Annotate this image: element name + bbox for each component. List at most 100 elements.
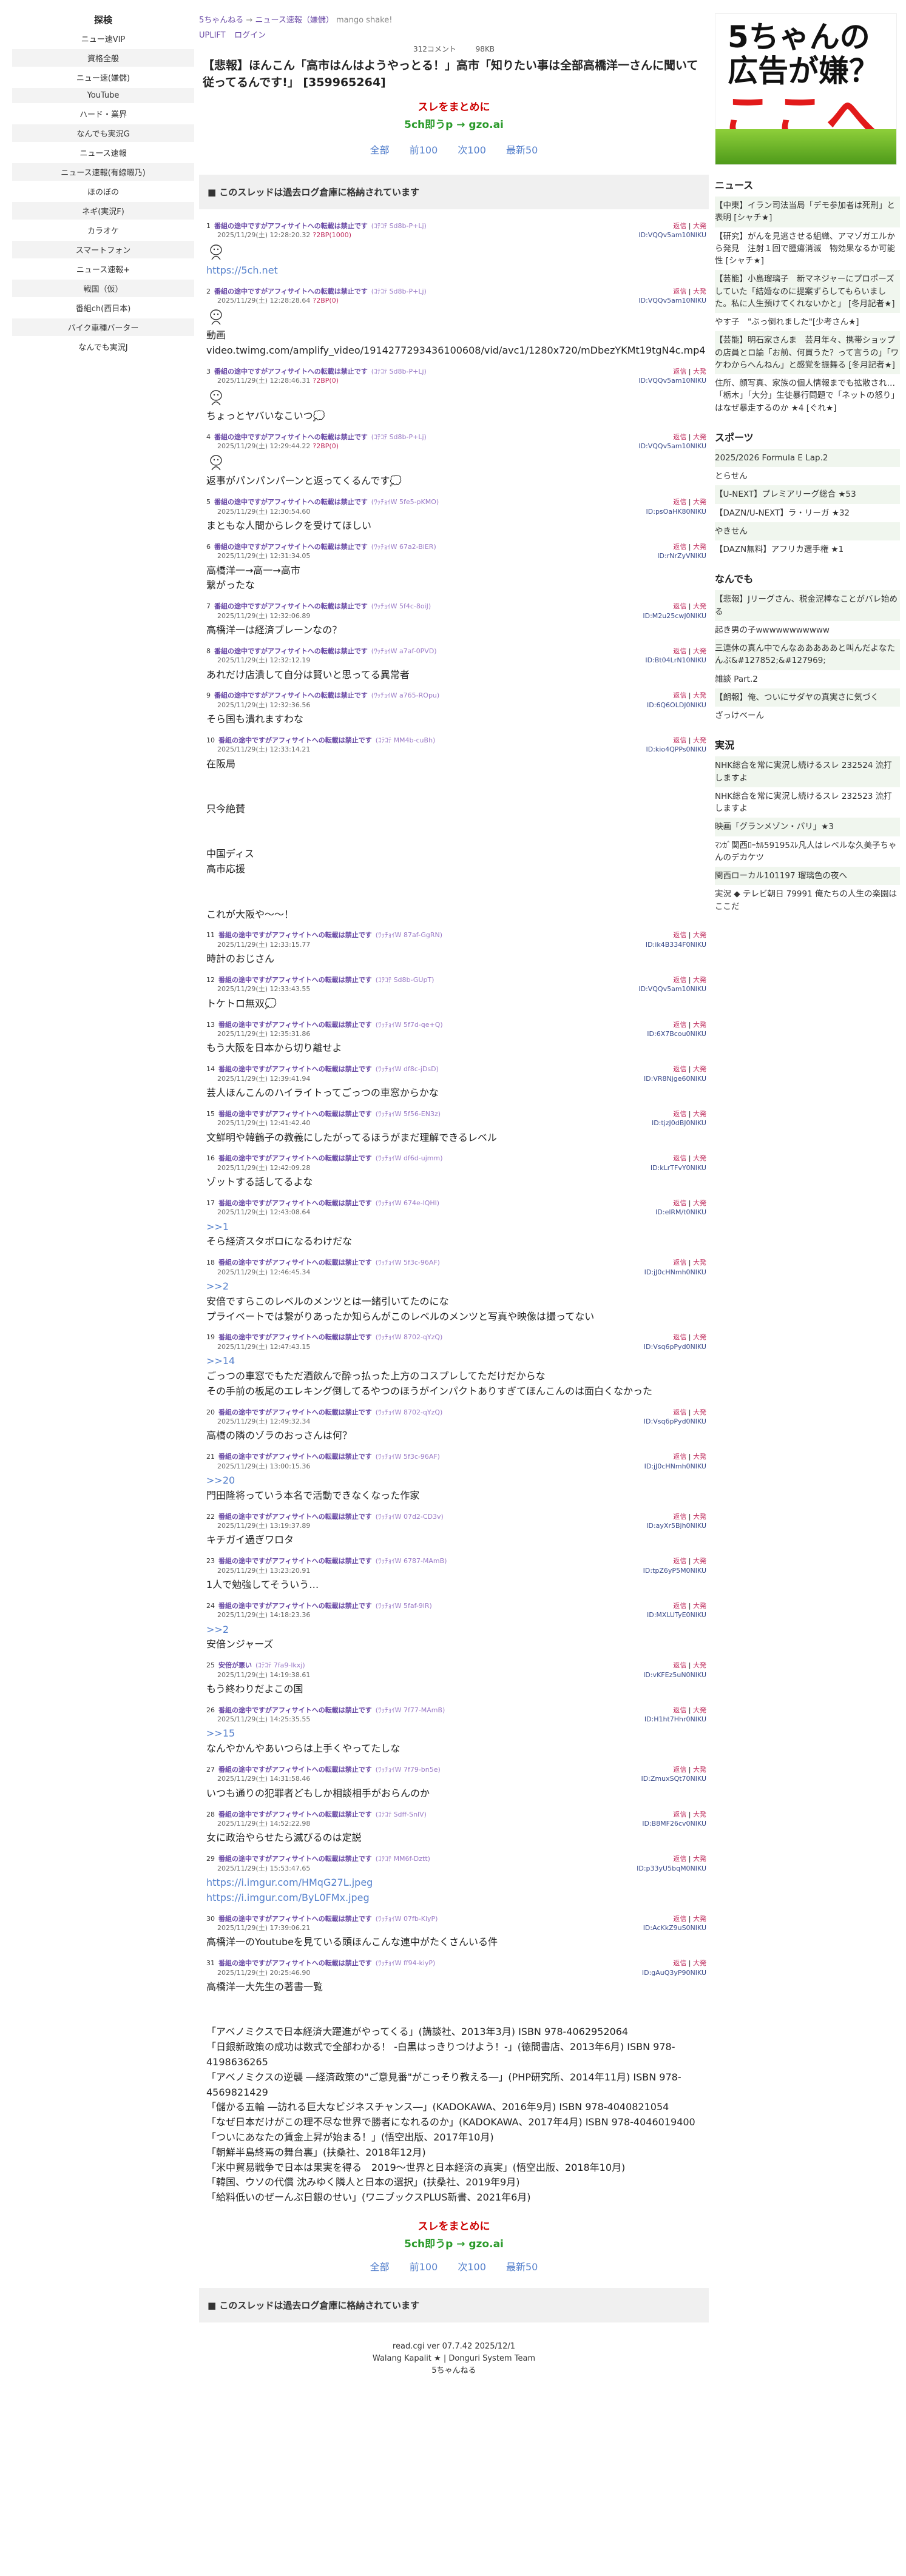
matome-line2-bottom[interactable]: 5ch即うp → gzo.ai [199,2235,709,2250]
big-link[interactable]: 大発 [693,1811,706,1818]
post-id[interactable]: ID:ayXr5Bjh0NIKU [646,1521,706,1530]
big-link[interactable]: 大発 [693,647,706,655]
big-link[interactable]: 大発 [693,222,706,230]
reply-link[interactable]: 返信 [673,1766,686,1774]
post-id[interactable]: ID:Vsq6pPyd0NIKU [644,1342,706,1351]
reply-link[interactable]: 返信 [673,1110,686,1118]
big-link[interactable]: 大発 [693,1154,706,1162]
post-id[interactable]: ID:jJ0cHNmh0NIKU [644,1268,706,1277]
big-link[interactable]: 大発 [693,1199,706,1207]
left-sidebar-item[interactable]: ニュース速報 [12,144,194,161]
left-sidebar-item[interactable]: なんでも実況J [12,338,194,355]
post-id[interactable]: ID:p33yU5bqM0NIKU [637,1864,706,1873]
left-sidebar-item[interactable]: バイク車種バーター [12,318,194,336]
pager-all[interactable]: 全部 [370,144,390,156]
post-id[interactable]: ID:tjzJ0dBJ0NIKU [652,1118,706,1128]
post-anchor-link[interactable]: >>20 [206,1473,709,1488]
reply-link[interactable]: 返信 [673,1855,686,1863]
right-sidebar-sports-item[interactable]: 【U-NEXT】プレミアリーグ総合 ★53 [715,485,900,504]
big-link[interactable]: 大発 [693,691,706,699]
login-link[interactable]: ログイン [234,31,266,40]
left-sidebar-item[interactable]: ニュース速報(有線暇乃) [12,163,194,181]
reply-link[interactable]: 返信 [673,1602,686,1610]
post-number[interactable]: 30 [206,1915,215,1923]
matome-line2[interactable]: 5ch即うp → gzo.ai [199,116,709,131]
left-sidebar-item[interactable]: 資格全般 [12,49,194,67]
pager-latest50[interactable]: 最新50 [506,144,538,156]
post-id[interactable]: ID:AcKkZ9uS0NIKU [643,1923,706,1932]
post-number[interactable]: 14 [206,1065,215,1073]
right-sidebar-news-item[interactable]: 【芸能】小島瑠璃子 新マネジャーにプロポーズしていた「結婚なのに提案ずらしてもら… [715,270,900,313]
post-anchor-link[interactable]: >>15 [206,1726,709,1741]
reply-link[interactable]: 返信 [673,931,686,939]
left-sidebar-item[interactable]: ほのぼの [12,183,194,200]
left-sidebar-item[interactable]: スマートフォン [12,241,194,258]
post-id[interactable]: ID:M2u25cwJ0NIKU [643,611,706,620]
post-number[interactable]: 29 [206,1855,215,1863]
post-id[interactable]: ID:vKFEz5uN0NIKU [643,1670,706,1680]
left-sidebar-item[interactable]: ニュース速報+ [12,260,194,278]
post-be[interactable]: ?2BP(0) [313,377,339,385]
post-number[interactable]: 18 [206,1259,215,1266]
big-link[interactable]: 大発 [693,543,706,551]
post-be[interactable]: ?2BP(1000) [313,231,351,239]
big-link[interactable]: 大発 [693,1333,706,1341]
left-sidebar-item[interactable]: ニュー速(嫌儲) [12,69,194,86]
reply-link[interactable]: 返信 [673,736,686,744]
big-link[interactable]: 大発 [693,976,706,984]
post-number[interactable]: 9 [206,691,211,699]
post-number[interactable]: 27 [206,1766,215,1774]
reply-link[interactable]: 返信 [673,433,686,441]
post-id[interactable]: ID:VR8Njge60NIKU [644,1074,706,1083]
big-link[interactable]: 大発 [693,1855,706,1863]
big-link[interactable]: 大発 [693,1513,706,1521]
reply-link[interactable]: 返信 [673,1915,686,1923]
big-link[interactable]: 大発 [693,602,706,610]
reply-link[interactable]: 返信 [673,1333,686,1341]
left-sidebar-item[interactable]: ニュー速VIP [12,30,194,47]
reply-link[interactable]: 返信 [673,1661,686,1669]
post-id[interactable]: ID:elRM/t0NIKU [655,1208,706,1217]
right-sidebar-sports-item[interactable]: 【DAZN無料】アフリカ選手権 ★1 [715,540,900,559]
big-link[interactable]: 大発 [693,1453,706,1461]
reply-link[interactable]: 返信 [673,368,686,375]
big-link[interactable]: 大発 [693,368,706,375]
big-link[interactable]: 大発 [693,1766,706,1774]
post-number[interactable]: 22 [206,1513,215,1521]
breadcrumb-site-link[interactable]: 5ちゃんねる [199,16,243,25]
right-sidebar-news-item[interactable]: 住所、顔写真、家族の個人情報までも拡散され…「栃木」「大分」生徒暴行問題で「ネッ… [715,374,900,417]
big-link[interactable]: 大発 [693,736,706,744]
post-anchor-link[interactable]: >>2 [206,1279,709,1294]
reply-link[interactable]: 返信 [673,498,686,506]
big-link[interactable]: 大発 [693,1065,706,1073]
pager-prev100-bottom[interactable]: 前100 [410,2261,438,2273]
post-id[interactable]: ID:ZmuxSQt70NIKU [641,1774,706,1783]
reply-link[interactable]: 返信 [673,1154,686,1162]
right-sidebar-nandemo-item[interactable]: 雑談 Part.2 [715,670,900,688]
post-number[interactable]: 6 [206,543,211,551]
post-number[interactable]: 2 [206,288,211,295]
big-link[interactable]: 大発 [693,288,706,295]
right-sidebar-nandemo-item[interactable]: 三連休の真ん中でんなあああああと叫んだよなたんぶ&#127852;&#12796… [715,639,900,670]
post-message-text[interactable]: https://5ch.net [206,263,709,278]
reply-link[interactable]: 返信 [673,1557,686,1565]
reply-link[interactable]: 返信 [673,602,686,610]
post-number[interactable]: 10 [206,736,215,744]
post-number[interactable]: 17 [206,1199,215,1207]
post-id[interactable]: ID:VQQv5am10NIKU [638,442,706,451]
post-id[interactable]: ID:jJ0cHNmh0NIKU [644,1462,706,1471]
big-link[interactable]: 大発 [693,1110,706,1118]
big-link[interactable]: 大発 [693,1915,706,1923]
post-number[interactable]: 7 [206,602,211,610]
post-id[interactable]: ID:rNrZyVNIKU [657,551,706,560]
post-id[interactable]: ID:kio4QPPs0NIKU [646,745,706,754]
post-id[interactable]: ID:kLrTFvY0NIKU [651,1163,706,1172]
post-number[interactable]: 15 [206,1110,215,1118]
matome-banner-bottom[interactable]: スレをまとめに 5ch即うp → gzo.ai [199,2218,709,2250]
matome-line1-bottom[interactable]: スレをまとめに [199,2218,709,2233]
post-anchor-link[interactable]: >>14 [206,1354,709,1369]
left-sidebar-item[interactable]: ネギ(実況F) [12,202,194,220]
post-id[interactable]: ID:Vsq6pPyd0NIKU [644,1417,706,1426]
reply-link[interactable]: 返信 [673,222,686,230]
post-id[interactable]: ID:H1ht7Hhr0NIKU [644,1715,706,1724]
